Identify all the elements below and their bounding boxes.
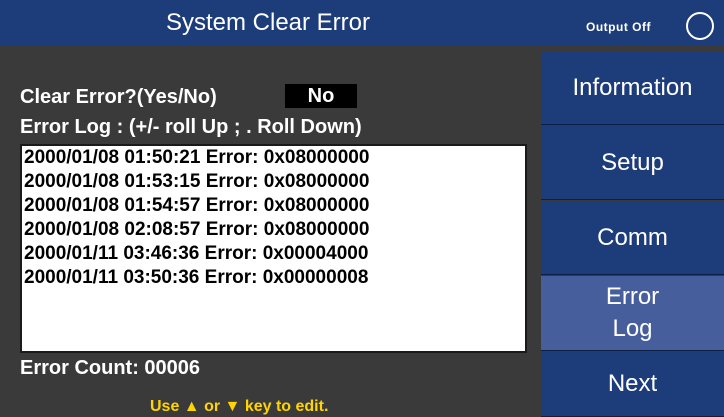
error-log-button[interactable]: Error Log [541, 276, 724, 351]
setup-button-label: Setup [601, 148, 664, 176]
screen-title: System Clear Error [0, 0, 536, 45]
edit-hint: Use ▲ or ▼ key to edit. [150, 398, 328, 416]
error-log-button-label-2: Log [612, 315, 653, 342]
output-status-label: Output Off [586, 20, 651, 34]
list-item: 2000/01/08 02:08:57 Error: 0x08000000 [24, 219, 370, 240]
next-button[interactable]: Next [541, 352, 724, 417]
hint-suffix: key to edit. [240, 398, 329, 415]
error-log-label: Error Log : (+/- roll Up ; . Roll Down) [20, 116, 362, 138]
softkey-sidebar: Information Setup Comm Error Log Next [536, 45, 724, 417]
clear-error-label: Clear Error?(Yes/No) [20, 86, 217, 108]
setup-button[interactable]: Setup [541, 126, 724, 200]
list-item: 2000/01/11 03:46:36 Error: 0x00004000 [24, 243, 369, 264]
hint-prefix: Use [150, 398, 184, 415]
output-indicator-icon [686, 12, 714, 40]
error-count: Error Count: 00006 [20, 357, 201, 379]
information-button[interactable]: Information [541, 52, 724, 125]
down-arrow-icon: ▼ [224, 398, 241, 415]
information-button-label: Information [572, 74, 693, 101]
list-item: 2000/01/11 03:50:36 Error: 0x00000008 [24, 267, 369, 288]
next-button-label: Next [607, 370, 658, 397]
error-log-list[interactable]: 2000/01/08 01:50:21 Error: 0x08000000 20… [20, 144, 527, 353]
hint-middle: or [199, 398, 225, 415]
error-log-button-label-1: Error [605, 282, 660, 310]
clear-error-select[interactable]: No [285, 84, 357, 108]
up-arrow-icon: ▲ [183, 398, 200, 415]
list-item: 2000/01/08 01:50:21 Error: 0x08000000 [24, 147, 370, 168]
comm-button-label: Comm [597, 223, 668, 251]
list-item: 2000/01/08 01:53:15 Error: 0x08000000 [24, 171, 370, 192]
comm-button[interactable]: Comm [541, 201, 724, 275]
list-item: 2000/01/08 01:54:57 Error: 0x08000000 [24, 195, 370, 216]
